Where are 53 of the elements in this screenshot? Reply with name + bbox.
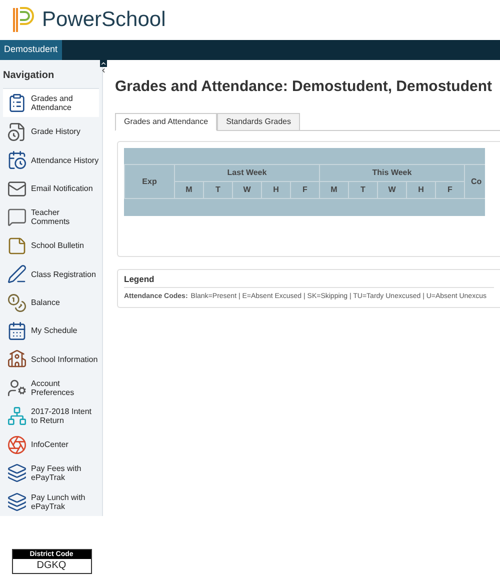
- logo-icon: [12, 6, 34, 34]
- mail-icon: [7, 178, 27, 199]
- nav-item[interactable]: Grade History: [3, 117, 99, 146]
- layers-icon: [7, 463, 27, 484]
- nav-item[interactable]: Email Notification: [3, 174, 99, 203]
- table-header: M: [320, 182, 348, 198]
- nav-item[interactable]: Pay Lunch with ePayTrak: [3, 488, 99, 516]
- table-header: This Week: [320, 164, 464, 182]
- calendar-icon: [7, 320, 27, 341]
- pen-icon: [7, 264, 27, 284]
- table-header: Last Week: [174, 164, 320, 182]
- collapse-up-icon[interactable]: [100, 60, 107, 67]
- page-title: Grades and Attendance: Demostudent, Demostudent: [115, 77, 493, 97]
- calendar-clock-icon: [7, 150, 27, 170]
- nav-item[interactable]: Balance: [3, 288, 99, 317]
- table-header: Exp: [124, 164, 174, 198]
- table-header: T: [204, 182, 232, 198]
- student-tab[interactable]: Demostudent: [0, 40, 62, 60]
- nav-item[interactable]: Pay Fees with ePayTrak: [3, 459, 99, 488]
- nav-item[interactable]: Account Preferences: [3, 374, 99, 402]
- nav-item[interactable]: Class Registration: [3, 260, 99, 288]
- table-header: T: [348, 182, 378, 198]
- table-header: H: [406, 182, 436, 198]
- nav-item[interactable]: InfoCenter: [3, 430, 99, 460]
- user-gear-icon: [7, 378, 27, 398]
- nav-item[interactable]: Teacher Comments: [3, 202, 99, 232]
- table-header: H: [262, 182, 290, 198]
- clipboard-icon: [7, 93, 27, 114]
- brand-name: PowerSchool: [42, 7, 166, 34]
- school-icon: [7, 349, 27, 370]
- comment-icon: [7, 207, 27, 228]
- table-header: W: [232, 182, 262, 198]
- collapse-left-icon[interactable]: [100, 67, 107, 74]
- table-header: W: [378, 182, 406, 198]
- legend-title: Legend: [124, 272, 494, 288]
- nav-item[interactable]: School Information: [3, 345, 99, 374]
- content-tab[interactable]: Standards Grades: [217, 112, 300, 130]
- content-tab[interactable]: Grades and Attendance: [115, 112, 218, 130]
- file-clock-icon: [7, 122, 27, 142]
- nav-item[interactable]: My Schedule: [3, 316, 99, 346]
- note-icon: [7, 236, 27, 256]
- table-header: Co: [464, 164, 484, 198]
- aperture-icon: [7, 434, 27, 455]
- district-code-value: DGKQ: [36, 559, 68, 573]
- nav-item[interactable]: Grades and Attendance: [3, 89, 99, 118]
- network-icon: [7, 406, 27, 426]
- nav-item[interactable]: School Bulletin: [3, 231, 99, 260]
- nav-item[interactable]: Attendance History: [3, 146, 99, 174]
- table-header: F: [290, 182, 320, 198]
- layers-icon: [7, 492, 27, 512]
- table-header: M: [174, 182, 204, 198]
- coins-icon: [7, 292, 27, 313]
- nav-item[interactable]: 2017-2018 Intent to Return: [3, 402, 99, 431]
